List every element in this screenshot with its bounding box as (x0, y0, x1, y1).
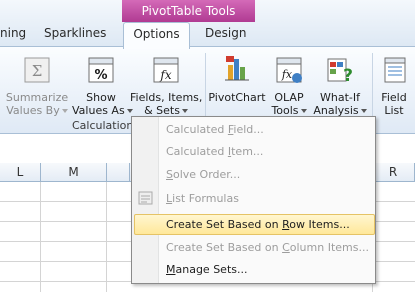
column-header-l[interactable]: L (0, 163, 41, 181)
menu-item-accesskey: S (166, 168, 173, 181)
olap-icon: fx (276, 57, 302, 83)
olap-tools-button[interactable]: fx OLAP Tools (266, 53, 312, 117)
field-list-label-1: Field (381, 91, 407, 104)
list-formulas-icon (138, 191, 153, 205)
summarize-icon: Σ (24, 57, 50, 83)
calculation-group-label: Calculation (72, 119, 134, 132)
summarize-label-1: Summarize (5, 91, 69, 104)
column-header-n-partial[interactable] (107, 163, 130, 181)
pivotchart-icon (225, 56, 249, 81)
show-values-as-button[interactable]: % Show Values As (72, 53, 133, 117)
menu-item-calculated-item[interactable]: Calculated Item... (134, 141, 373, 162)
what-if-label-1: What-If (320, 91, 360, 104)
chevron-down-icon (360, 109, 367, 113)
what-if-icon: ? (327, 58, 353, 85)
menu-item-calculated-field[interactable]: Calculated Field... (134, 119, 373, 140)
menu-item-accesskey: M (166, 263, 176, 276)
svg-text:%: % (94, 68, 107, 83)
menu-item-text: ield... (233, 123, 264, 136)
menu-item-accesskey: C (282, 241, 290, 254)
fx-icon: fx (153, 57, 179, 83)
what-if-analysis-button[interactable]: ? What-If Analysis (312, 53, 368, 117)
summarize-values-by-button[interactable]: Σ Summarize Values By (4, 53, 70, 117)
fields-items-label-1: Fields, Items, (130, 91, 203, 104)
gridline (40, 182, 41, 292)
svg-text:fx: fx (281, 68, 293, 81)
tab-data-partial[interactable]: ning (0, 26, 26, 40)
menu-item-manage-sets[interactable]: Manage Sets... (134, 259, 373, 280)
olap-label-1: OLAP (274, 91, 304, 104)
menu-item-text: Calculated (166, 145, 228, 158)
menu-item-text: tem... (231, 145, 264, 158)
menu-item-create-set-row-items[interactable]: Create Set Based on Row Items... (134, 214, 375, 235)
menu-item-text: Calculated (166, 123, 228, 136)
gridline (106, 182, 107, 292)
chevron-down-icon (181, 109, 188, 113)
fields-items-sets-menu: Calculated Field... Calculated Item... S… (131, 116, 376, 284)
menu-item-text: Create Set Based on (166, 218, 283, 231)
tab-sparklines[interactable]: Sparklines (44, 26, 106, 40)
menu-item-solve-order[interactable]: Solve Order... (134, 164, 373, 185)
menu-item-text: Create Set Based on (166, 241, 283, 254)
menu-item-text: ist Formulas (172, 192, 239, 205)
tab-options-label: Options (133, 27, 180, 41)
menu-item-text: olumn Items... (289, 241, 369, 254)
column-header-r[interactable]: R (372, 163, 415, 181)
ribbon-tab-strip: PivotTable Tools ning Sparklines Options… (0, 0, 415, 49)
menu-item-text: anage Sets... (175, 263, 248, 276)
show-values-label-2: Values As (72, 104, 125, 117)
svg-text:?: ? (343, 66, 353, 85)
menu-item-text: ow Items... (289, 218, 350, 231)
menu-item-text: olve Order... (172, 168, 241, 181)
tab-design[interactable]: Design (205, 26, 246, 40)
chevron-down-icon (300, 109, 307, 113)
field-list-button[interactable]: Field List (376, 53, 412, 117)
summarize-label-2: Values By (6, 104, 60, 117)
column-header-m[interactable]: M (41, 163, 107, 181)
tab-options[interactable]: Options (123, 22, 190, 49)
svg-text:Σ: Σ (32, 62, 43, 80)
percent-icon: % (88, 57, 114, 83)
pivotchart-button[interactable]: PivotChart (208, 53, 266, 117)
show-values-label-1: Show (86, 91, 116, 104)
menu-item-list-formulas[interactable]: List Formulas (134, 188, 373, 209)
field-list-icon (384, 57, 406, 83)
field-list-label-2: List (384, 104, 404, 117)
pivotchart-label: PivotChart (208, 91, 266, 104)
summarize-label-2-wrap: Values By (4, 104, 70, 117)
svg-text:fx: fx (159, 68, 171, 82)
contextual-tab-title: PivotTable Tools (141, 4, 236, 18)
show-values-label-2-wrap: Values As (72, 104, 133, 117)
fields-items-sets-button[interactable]: fx Fields, Items, & Sets (130, 53, 202, 117)
menu-item-create-set-column-items[interactable]: Create Set Based on Column Items... (134, 237, 373, 258)
chevron-down-icon (61, 109, 68, 113)
